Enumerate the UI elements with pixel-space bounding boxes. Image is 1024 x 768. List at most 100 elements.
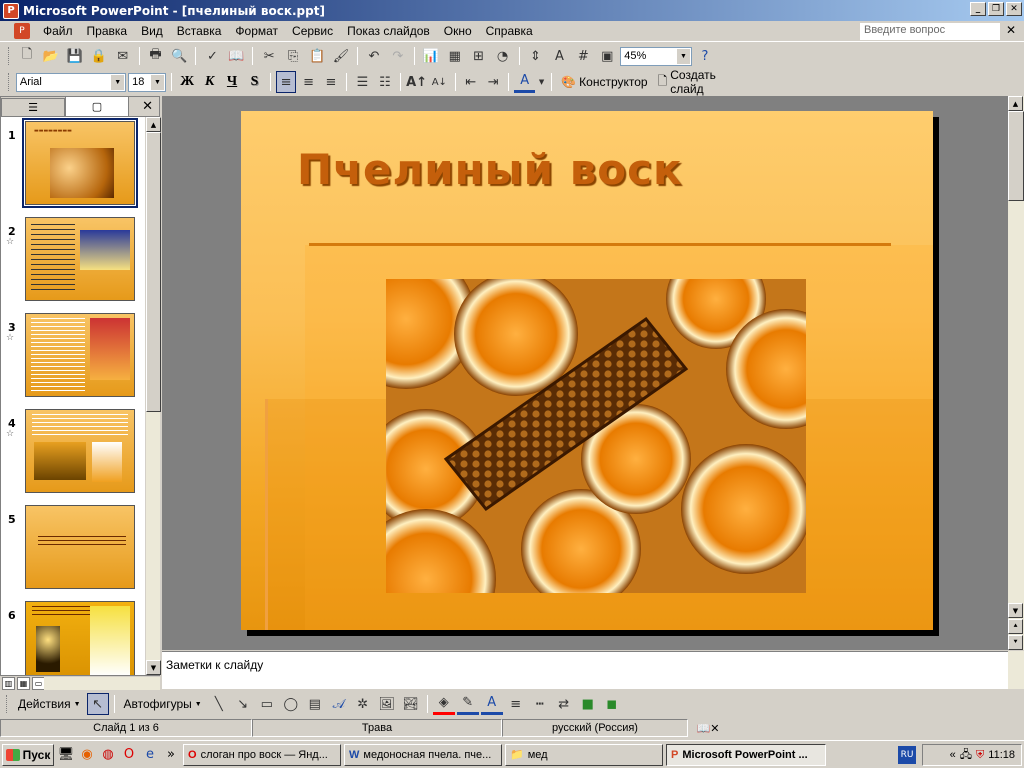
menu-tools[interactable]: Сервис	[285, 24, 340, 38]
chevron-down-icon[interactable]: ▼	[111, 74, 125, 90]
task-word[interactable]: Wмедоносная пчела. пче...	[344, 743, 502, 766]
print-icon[interactable]: 🖶	[145, 45, 167, 67]
picture-icon[interactable]: 🏞	[400, 693, 422, 715]
menu-window[interactable]: Окно	[437, 24, 479, 38]
permission-icon[interactable]: 🔒	[88, 45, 110, 67]
task-folder[interactable]: 📁 мед	[505, 743, 663, 766]
shadow-button[interactable]: S	[244, 71, 264, 93]
line-style-icon[interactable]: ≡	[505, 693, 527, 715]
color-grayscale-icon[interactable]: ▣	[596, 45, 618, 67]
save-icon[interactable]: 💾	[64, 45, 86, 67]
slide-thumbnail[interactable]	[25, 409, 135, 493]
honeycomb-photo[interactable]	[386, 279, 806, 593]
email-icon[interactable]: ✉	[112, 45, 134, 67]
font-size-combo[interactable]: 18 ▼	[128, 72, 166, 92]
ie-icon[interactable]: e	[141, 746, 159, 764]
wordart-icon[interactable]: 𝒜	[328, 693, 350, 715]
start-button[interactable]: Пуск	[2, 743, 54, 766]
language-switch[interactable]: RU	[898, 746, 916, 764]
italic-button[interactable]: К	[199, 71, 219, 93]
align-center-icon[interactable]: ≡	[298, 71, 318, 93]
slide-thumbnail-row[interactable]: 6	[1, 599, 145, 675]
task-opera[interactable]: Oслоган про воск — Янд...	[183, 743, 341, 766]
zoom-combo[interactable]: 45% ▼	[620, 46, 692, 66]
actions-menu[interactable]: Действия ▼	[14, 693, 85, 715]
slides-panel-scrollbar[interactable]: ▲ ▼	[145, 117, 161, 675]
scrollbar-thumb[interactable]	[146, 132, 161, 412]
notes-scrollbar[interactable]	[1008, 651, 1024, 689]
menu-file[interactable]: Файл	[36, 24, 80, 38]
slide-sorter-icon[interactable]: ▦	[17, 677, 30, 690]
bold-button[interactable]: Ж	[177, 71, 197, 93]
arrow-icon[interactable]: ↘	[232, 693, 254, 715]
slide-title[interactable]: Пчелиный воск	[297, 145, 683, 194]
design-button[interactable]: 🎨 Конструктор	[557, 71, 651, 93]
shadow-style-icon[interactable]: ■	[577, 693, 599, 715]
toolbar-grip[interactable]	[6, 695, 9, 713]
new-slide-button[interactable]: 🗋 Создать слайд	[654, 68, 750, 96]
tray-expand-icon[interactable]: «	[950, 749, 956, 761]
format-painter-icon[interactable]: 🖌	[330, 45, 352, 67]
media-player-icon[interactable]: ◍	[99, 746, 117, 764]
align-right-icon[interactable]: ≡	[321, 71, 341, 93]
chevron-down-icon[interactable]: ▼	[150, 74, 164, 90]
line-color-icon[interactable]: ✎	[456, 693, 479, 715]
chevron-down-icon[interactable]: ▼	[537, 71, 546, 93]
menu-help[interactable]: Справка	[479, 24, 540, 38]
show-desktop-icon[interactable]: 🖥	[57, 746, 75, 764]
spelling-status-icon[interactable]: 📖✕	[688, 719, 728, 737]
menu-edit[interactable]: Правка	[80, 24, 135, 38]
opera-icon[interactable]: O	[120, 746, 138, 764]
minimize-button[interactable]: _	[970, 2, 986, 16]
font-combo[interactable]: Arial ▼	[15, 72, 127, 92]
open-icon[interactable]: 📂	[40, 45, 62, 67]
insert-chart-icon[interactable]: 📊	[420, 45, 442, 67]
cut-icon[interactable]: ✂	[258, 45, 280, 67]
select-objects-icon[interactable]: ↖	[86, 693, 109, 715]
dash-style-icon[interactable]: ┅	[529, 693, 551, 715]
clock[interactable]: 11:18	[988, 749, 1015, 761]
menu-format[interactable]: Формат	[228, 24, 285, 38]
slide-thumbnail[interactable]	[25, 313, 135, 397]
paste-icon[interactable]: 📋	[306, 45, 328, 67]
notes-pane[interactable]: Заметки к слайду	[162, 651, 1008, 689]
insert-diagram-icon[interactable]: ◔	[492, 45, 514, 67]
toolbar-grip[interactable]	[8, 47, 11, 65]
decrease-indent-icon[interactable]: ⇤	[461, 71, 481, 93]
slide-thumbnail-row[interactable]: 1 ▬▬▬▬▬▬▬▬	[1, 118, 145, 209]
document-icon[interactable]: P	[14, 23, 30, 39]
line-icon[interactable]: ╲	[208, 693, 230, 715]
tab-outline[interactable]: ☰	[1, 98, 65, 116]
insert-table-icon[interactable]: ▦	[444, 45, 466, 67]
help-icon[interactable]: ?	[694, 45, 716, 67]
textbox-icon[interactable]: ▤	[304, 693, 326, 715]
slide-canvas[interactable]: Пчелиный воск	[241, 111, 933, 630]
slide-thumbnail-row[interactable]: 5	[1, 503, 145, 593]
rectangle-icon[interactable]: ▭	[256, 693, 278, 715]
3d-style-icon[interactable]: ◼	[601, 693, 623, 715]
powerpoint-app-icon[interactable]: P	[3, 2, 19, 19]
ask-question-input[interactable]: Введите вопрос	[860, 23, 1000, 40]
expand-all-icon[interactable]: ⇕	[525, 45, 547, 67]
previous-slide-icon[interactable]: ⯅	[1008, 619, 1023, 634]
font-color-icon[interactable]: A	[514, 71, 535, 93]
slide-scrollbar[interactable]: ▲ ▼ ⯅ ⯆	[1008, 96, 1024, 650]
menu-insert[interactable]: Вставка	[170, 24, 229, 38]
copy-icon[interactable]: ⎘	[282, 45, 304, 67]
undo-icon[interactable]: ↶	[363, 45, 385, 67]
next-slide-icon[interactable]: ⯆	[1008, 635, 1023, 650]
document-close-icon[interactable]: ✕	[1006, 23, 1016, 37]
increase-font-icon[interactable]: A↑	[406, 71, 427, 93]
network-icon[interactable]: 🖧	[960, 746, 972, 765]
scroll-down-icon[interactable]: ▼	[1008, 603, 1023, 618]
arrow-style-icon[interactable]: ⇄	[553, 693, 575, 715]
tables-borders-icon[interactable]: ⊞	[468, 45, 490, 67]
spelling-icon[interactable]: ✓	[201, 45, 223, 67]
slide-thumbnail-row[interactable]: 3 ☆	[1, 311, 145, 401]
show-grid-icon[interactable]: #	[572, 45, 594, 67]
diagram-icon[interactable]: ✲	[352, 693, 374, 715]
autoshapes-menu[interactable]: Автофигуры ▼	[120, 693, 206, 715]
slide-thumbnail-row[interactable]: 4 ☆	[1, 407, 145, 497]
redo-icon[interactable]: ↷	[387, 45, 409, 67]
firefox-icon[interactable]: ◉	[78, 746, 96, 764]
